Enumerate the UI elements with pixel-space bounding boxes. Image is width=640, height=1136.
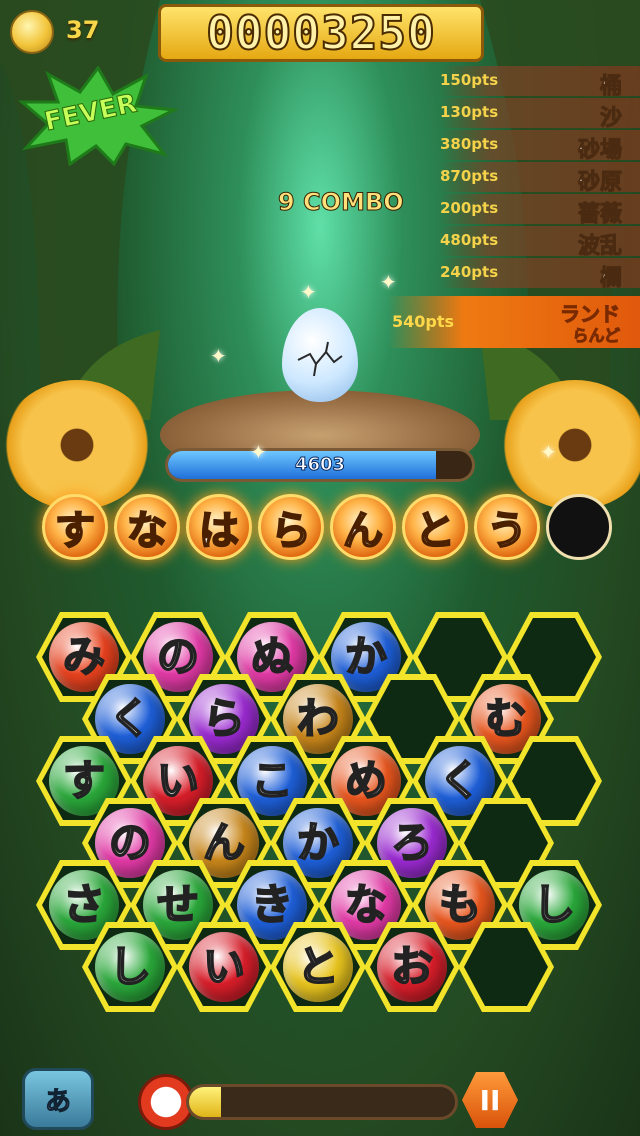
word-history-row: 380pts 砂場 [440,130,640,164]
letter-ball[interactable]: い [189,932,259,1002]
letter-ball-char: み [62,632,106,681]
word-history-word: 波乱 [577,234,622,260]
enemy-hp-bar: 4603 [165,448,475,482]
current-word-banner: 540pts ランド らんど [388,296,640,348]
sparkle-icon: ✦ [540,440,557,464]
coin-icon [10,10,54,54]
letter-ball-char: き [250,880,294,929]
word-history-list: 150pts 桶 130pts 沙 380pts 砂場 870pts 砂原 200pts 薔薇 48… [440,66,640,292]
letter-ball[interactable]: し [95,932,165,1002]
score-display: 00003250 [158,4,484,62]
pause-icon: II [479,1083,501,1117]
letter-ball-char: ら [202,694,246,743]
letter-ball-char: し [532,880,576,929]
letter-ball-char: お [390,942,434,991]
word-chain-char: と [414,507,456,555]
letter-ball-char: の [108,818,152,867]
letter-ball-char: な [344,880,388,929]
word-history-word: 桶 [599,74,622,100]
word-history-pts: 480pts [440,231,499,249]
letter-ball-char: む [484,694,528,743]
word-chain-tile: は [186,494,252,560]
letter-ball-char: の [156,632,200,681]
letter-ball-char: も [438,880,482,929]
letter-ball[interactable]: と [283,932,353,1002]
right-flower [500,380,640,510]
word-history-pts: 380pts [440,135,499,153]
current-word-pts: 540pts [392,312,455,331]
letter-ball-char: ろ [390,818,434,867]
letter-ball-char: め [344,756,388,805]
word-history-pts: 130pts [440,103,499,121]
word-chain-tile: う [474,494,540,560]
letter-ball-char: く [108,694,152,743]
letter-ball-char: か [344,632,388,681]
word-chain-tile: と [402,494,468,560]
coin-counter: 37 [10,10,120,56]
word-history-pts: 870pts [440,167,499,185]
egg-enemy [282,308,358,402]
letter-ball-char: す [62,756,106,805]
word-history-row: 150pts 桶 [440,66,640,100]
word-chain-char: ん [342,507,384,555]
egg-crack-icon [297,341,343,377]
coin-count: 37 [66,16,100,44]
letter-ball-char: い [156,756,200,805]
letter-ball-char: せ [156,880,200,929]
selected-word-chain: すなはらんとう [42,494,618,564]
word-history-pts: 240pts [440,263,499,281]
letter-ball-char: く [438,756,482,805]
letter-ball-char: わ [296,694,340,743]
time-bar [186,1084,458,1120]
score-value: 00003250 [205,5,436,61]
word-history-pts: 200pts [440,199,499,217]
kana-swap-label: あ [44,1086,71,1117]
word-history-row: 240pts 欄 [440,258,640,292]
letter-ball-char: と [296,942,340,991]
letter-ball[interactable]: お [377,932,447,1002]
word-chain-char: な [126,507,168,555]
word-chain-tile: ん [330,494,396,560]
word-history-word: 薔薇 [577,202,622,228]
word-chain-char: す [54,507,96,555]
hex-board[interactable]: みのぬかくらわむすいこめくのんかろさせきなもししいとお [0,600,640,1020]
letter-ball-char: か [296,818,340,867]
word-history-word: 砂場 [577,138,622,164]
word-history-pts: 150pts [440,71,499,89]
word-chain-tile: す [42,494,108,560]
time-bar-fill [189,1087,221,1117]
word-chain-char: は [198,507,240,555]
word-history-word: 欄 [599,266,622,292]
word-history-row: 870pts 砂原 [440,162,640,196]
letter-ball-char: こ [250,756,294,805]
pause-button[interactable]: II [462,1072,518,1128]
letter-ball-char: ん [202,818,246,867]
combo-counter: 9 COMBO [278,188,405,217]
word-chain-tile: な [114,494,180,560]
enemy-hp-text: 4603 [294,454,346,476]
sparkle-icon: ✦ [300,280,317,304]
kana-swap-button[interactable]: あ [22,1068,94,1130]
sparkle-icon: ✦ [380,270,397,294]
letter-ball-char: し [108,942,152,991]
letter-ball-char: さ [62,880,106,929]
letter-ball-char: ぬ [250,632,294,681]
word-chain-tile: ら [258,494,324,560]
word-history-row: 480pts 波乱 [440,226,640,260]
left-flower [2,380,152,510]
sparkle-icon: ✦ [250,440,267,464]
letter-ball-char: い [202,942,246,991]
word-history-word: 砂原 [577,170,622,196]
word-chain-char: う [486,507,528,555]
word-history-row: 200pts 薔薇 [440,194,640,228]
word-history-row: 130pts 沙 [440,98,640,132]
word-chain-empty-slot [546,494,612,560]
word-chain-char: ら [270,507,312,555]
word-history-word: 沙 [599,106,622,132]
current-word-reading: らんど [572,326,621,346]
sparkle-icon: ✦ [210,344,227,368]
